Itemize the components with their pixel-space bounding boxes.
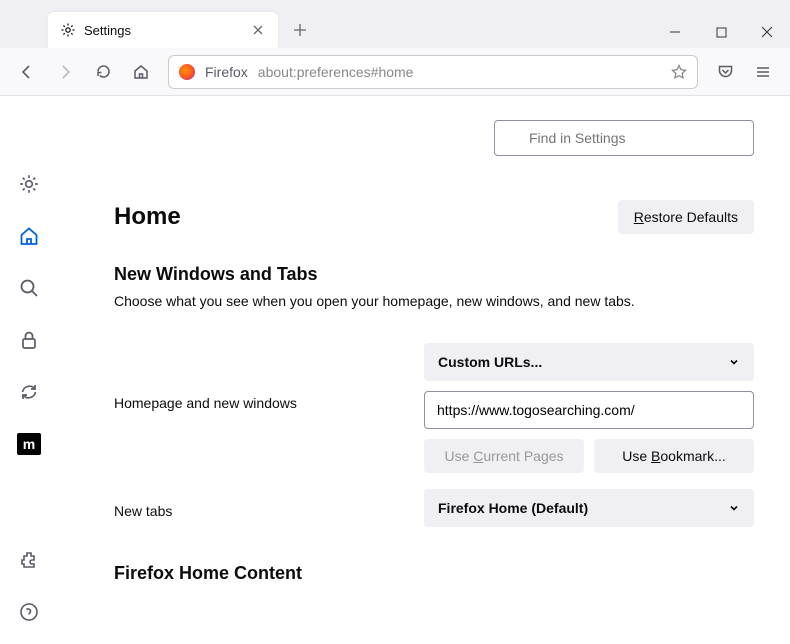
url-text: about:preferences#home <box>258 64 661 80</box>
app-menu-button[interactable] <box>746 55 780 89</box>
back-button[interactable] <box>10 55 44 89</box>
reload-button[interactable] <box>86 55 120 89</box>
sidebar-home[interactable] <box>11 218 47 254</box>
maximize-button[interactable] <box>698 16 744 48</box>
sidebar-privacy[interactable] <box>11 322 47 358</box>
home-button[interactable] <box>124 55 158 89</box>
back-icon <box>18 63 36 81</box>
newtabs-dropdown[interactable]: Firefox Home (Default) <box>424 489 754 527</box>
navigation-toolbar: Firefox about:preferences#home <box>0 48 790 96</box>
url-identity: Firefox <box>205 64 248 80</box>
mozilla-icon: m <box>17 433 41 455</box>
new-tab-button[interactable] <box>284 14 316 46</box>
hamburger-icon <box>755 64 771 80</box>
minimize-icon <box>669 26 681 38</box>
reload-icon <box>95 63 112 80</box>
url-bar[interactable]: Firefox about:preferences#home <box>168 55 698 89</box>
close-tab-button[interactable] <box>250 22 266 38</box>
sidebar-extensions[interactable] <box>11 542 47 578</box>
plus-icon <box>293 23 307 37</box>
forward-button <box>48 55 82 89</box>
search-icon <box>18 277 40 299</box>
section-description: Choose what you see when you open your h… <box>114 293 754 309</box>
gear-icon <box>60 22 76 38</box>
dropdown-value: Firefox Home (Default) <box>438 500 588 516</box>
sidebar-help[interactable] <box>11 594 47 630</box>
sidebar-search[interactable] <box>11 270 47 306</box>
chevron-down-icon <box>728 502 740 514</box>
newtabs-label: New tabs <box>114 497 424 519</box>
chevron-down-icon <box>728 356 740 368</box>
lock-icon <box>18 329 40 351</box>
home-icon <box>18 225 40 247</box>
bookmark-star-icon[interactable] <box>671 64 687 80</box>
titlebar: Settings <box>0 0 790 48</box>
gear-icon <box>18 173 40 195</box>
page-heading: Home <box>114 203 181 231</box>
help-icon <box>19 602 39 622</box>
minimize-button[interactable] <box>652 16 698 48</box>
use-bookmark-button[interactable]: Use Bookmark... <box>594 439 754 473</box>
home-icon <box>132 63 150 81</box>
sync-icon <box>18 381 40 403</box>
section-new-windows-tabs: New Windows and Tabs <box>114 264 754 285</box>
use-current-pages-button[interactable]: Use Current Pages <box>424 439 584 473</box>
browser-tab[interactable]: Settings <box>48 12 278 48</box>
homepage-mode-dropdown[interactable]: Custom URLs... <box>424 343 754 381</box>
homepage-label: Homepage and new windows <box>114 389 424 411</box>
sidebar-sync[interactable] <box>11 374 47 410</box>
firefox-icon <box>179 64 195 80</box>
section-firefox-home-content: Firefox Home Content <box>114 563 754 584</box>
close-window-button[interactable] <box>744 16 790 48</box>
preferences-main: Home Restore Defaults New Windows and Ta… <box>58 96 790 644</box>
maximize-icon <box>716 27 727 38</box>
close-icon <box>761 26 773 38</box>
tab-title: Settings <box>84 23 242 38</box>
sidebar: m <box>0 96 58 644</box>
content-area: m Home Restore Defaults New Windows and … <box>0 96 790 644</box>
find-in-settings-input[interactable] <box>494 120 754 156</box>
forward-icon <box>56 63 74 81</box>
restore-defaults-button[interactable]: Restore Defaults <box>618 200 754 234</box>
extension-icon <box>19 550 39 570</box>
dropdown-value: Custom URLs... <box>438 354 542 370</box>
sidebar-more-mozilla[interactable]: m <box>11 426 47 462</box>
window-controls <box>652 16 790 48</box>
homepage-url-input[interactable] <box>424 391 754 429</box>
sidebar-general[interactable] <box>11 166 47 202</box>
pocket-button[interactable] <box>708 55 742 89</box>
pocket-icon <box>717 63 734 80</box>
close-icon <box>252 24 264 36</box>
